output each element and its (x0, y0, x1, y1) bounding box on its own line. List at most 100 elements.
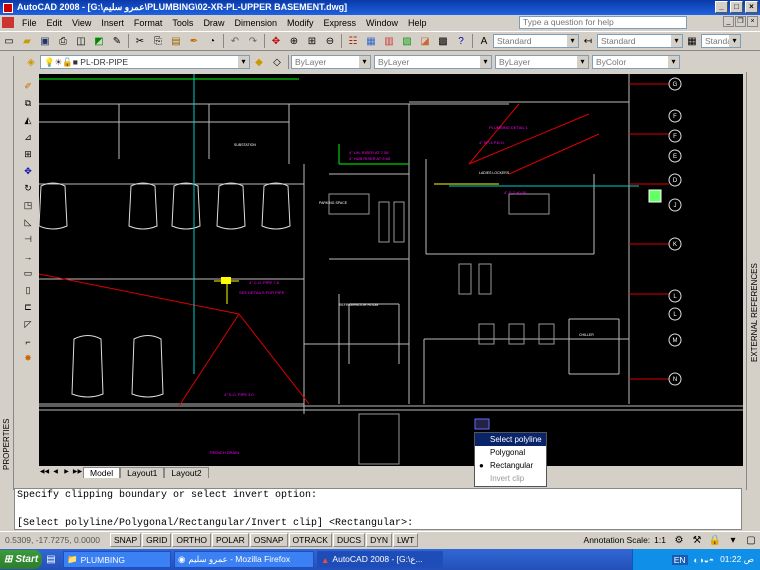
break-at-point-icon[interactable]: ▭ (21, 267, 35, 281)
clean-screen-icon[interactable]: ▢ (744, 533, 758, 547)
markup-icon[interactable]: ◪ (418, 34, 432, 48)
menu-express[interactable]: Express (319, 18, 362, 28)
zoom-realtime-icon[interactable]: ⊕ (287, 34, 301, 48)
dim-style-icon[interactable]: ↤ (581, 34, 595, 48)
osnap-toggle[interactable]: OSNAP (249, 533, 288, 547)
tab-first-arrow[interactable]: ◀◀ (39, 467, 50, 478)
autocad-app-icon[interactable] (3, 2, 13, 13)
open-icon[interactable]: ▰ (20, 34, 34, 48)
minimize-button[interactable]: _ (715, 1, 728, 13)
publish-icon[interactable]: ◩ (92, 34, 106, 48)
menu-help[interactable]: Help (403, 18, 432, 28)
ortho-toggle[interactable]: ORTHO (172, 533, 211, 547)
lineweight-select[interactable]: ByLayer (495, 55, 589, 69)
drawing-doc-icon[interactable] (2, 17, 14, 28)
tab-prev-arrow[interactable]: ◀ (50, 467, 61, 478)
quicklaunch-icon[interactable]: ▤ (44, 553, 58, 567)
array-icon[interactable]: ⊞ (21, 148, 35, 162)
design-center-icon[interactable]: ▦ (364, 34, 378, 48)
color-select[interactable]: ByLayer (291, 55, 371, 69)
menu-select-polyline[interactable]: Select polyline (475, 433, 546, 446)
cut-icon[interactable]: ✂ (133, 34, 147, 48)
trim-icon[interactable]: ⊣ (21, 233, 35, 247)
snap-toggle[interactable]: SNAP (110, 533, 142, 547)
menu-dimension[interactable]: Dimension (229, 18, 282, 28)
menu-format[interactable]: Format (129, 18, 168, 28)
dwf-icon[interactable]: ✎ (110, 34, 124, 48)
extend-icon[interactable]: → (21, 250, 35, 264)
cursor-coordinates[interactable]: 0.5309, -17.7275, 0.0000 (0, 535, 110, 545)
language-indicator[interactable]: EN (671, 554, 688, 565)
task-autocad[interactable]: ▲ AutoCAD 2008 - [G:\ع... (317, 551, 443, 568)
chamfer-icon[interactable]: ◸ (21, 318, 35, 332)
make-current-icon[interactable]: ◆ (252, 55, 266, 69)
tab-last-arrow[interactable]: ▶▶ (72, 467, 83, 478)
join-icon[interactable]: ⊏ (21, 301, 35, 315)
polar-toggle[interactable]: POLAR (211, 533, 249, 547)
plot-preview-icon[interactable]: ◫ (74, 34, 88, 48)
auto-scale-icon[interactable]: ⚒ (690, 533, 704, 547)
external-references-palette-tab[interactable]: EXTERNAL REFERENCES (746, 72, 760, 490)
redo-icon[interactable]: ↷ (246, 34, 260, 48)
help-search-input[interactable]: Type a question for help (519, 16, 687, 29)
menu-tools[interactable]: Tools (167, 18, 198, 28)
calculator-icon[interactable]: ▩ (436, 34, 450, 48)
block-editor-icon[interactable]: ◔ (205, 34, 219, 48)
doc-minimize-button[interactable]: _ (723, 16, 734, 27)
copy-icon[interactable]: ⎘ (151, 34, 165, 48)
zoom-window-icon[interactable]: ⊞ (305, 34, 319, 48)
stretch-icon[interactable]: ◺ (21, 216, 35, 230)
drawing-canvas[interactable]: 4" UN. RISER AT 7.08 4" HUB RISER AT 9.6… (39, 74, 743, 468)
layer-select[interactable]: 💡☀🔓■ PL-DR-PIPE (40, 55, 250, 69)
linetype-select[interactable]: ByLayer (374, 55, 492, 69)
dim-style-select[interactable]: Standard (597, 34, 683, 48)
tab-layout2[interactable]: Layout2 (164, 467, 209, 478)
properties-palette-tab[interactable]: PROPERTIES (0, 56, 14, 490)
command-prompt[interactable]: [Select polyline/Polygonal/Rectangular/I… (15, 517, 741, 531)
menu-rectangular[interactable]: ● Rectangular (475, 459, 546, 472)
menu-polygonal[interactable]: Polygonal (475, 446, 546, 459)
task-plumbing[interactable]: 📁 PLUMBING (63, 551, 171, 568)
help-icon[interactable]: ? (454, 34, 468, 48)
menu-draw[interactable]: Draw (198, 18, 229, 28)
lock-icon[interactable]: 🔒 (708, 533, 722, 547)
qnew-icon[interactable]: ▭ (2, 34, 16, 48)
layer-previous-icon[interactable]: ◇ (270, 55, 284, 69)
menu-invert-clip[interactable]: Invert clip (475, 472, 546, 485)
pan-icon[interactable]: ✥ (269, 34, 283, 48)
layer-manager-icon[interactable]: ◈ (24, 55, 38, 69)
scale-icon[interactable]: ◳ (21, 199, 35, 213)
annotation-visibility-icon[interactable]: ⚙ (672, 533, 686, 547)
menu-edit[interactable]: Edit (42, 18, 68, 28)
match-properties-icon[interactable]: ✒ (187, 34, 201, 48)
table-style-icon[interactable]: ▦ (685, 34, 699, 48)
drawing-area[interactable]: 4" UN. RISER AT 7.08 4" HUB RISER AT 9.6… (39, 74, 743, 468)
text-style-icon[interactable]: A (477, 34, 491, 48)
menu-insert[interactable]: Insert (96, 18, 129, 28)
plot-icon[interactable]: ⎙ (56, 34, 70, 48)
explode-icon[interactable]: ✸ (21, 352, 35, 366)
menu-window[interactable]: Window (361, 18, 403, 28)
task-firefox[interactable]: ◉ عمرو سليم - Mozilla Firefox (174, 551, 314, 568)
lwt-toggle[interactable]: LWT (393, 533, 419, 547)
tab-model[interactable]: Model (83, 467, 121, 478)
maximize-button[interactable]: □ (730, 1, 743, 13)
move-icon[interactable]: ✥ (21, 165, 35, 179)
rotate-icon[interactable]: ↻ (21, 182, 35, 196)
tab-layout1[interactable]: Layout1 (120, 467, 165, 478)
menu-modify[interactable]: Modify (282, 18, 319, 28)
otrack-toggle[interactable]: OTRACK (288, 533, 332, 547)
offset-icon[interactable]: ⊿ (21, 131, 35, 145)
doc-restore-button[interactable]: ❐ (735, 16, 746, 27)
table-style-select[interactable]: Standard (701, 34, 741, 48)
copy-object-icon[interactable]: ⧉ (21, 97, 35, 111)
menu-view[interactable]: View (67, 18, 96, 28)
properties-icon[interactable]: ☷ (346, 34, 360, 48)
ducs-toggle[interactable]: DUCS (332, 533, 366, 547)
text-style-select[interactable]: Standard (493, 34, 579, 48)
erase-icon[interactable]: ✐ (21, 80, 35, 94)
plotstyle-select[interactable]: ByColor (592, 55, 680, 69)
zoom-previous-icon[interactable]: ⊖ (323, 34, 337, 48)
menu-file[interactable]: File (17, 18, 42, 28)
start-button[interactable]: ⊞ Start (0, 550, 42, 569)
